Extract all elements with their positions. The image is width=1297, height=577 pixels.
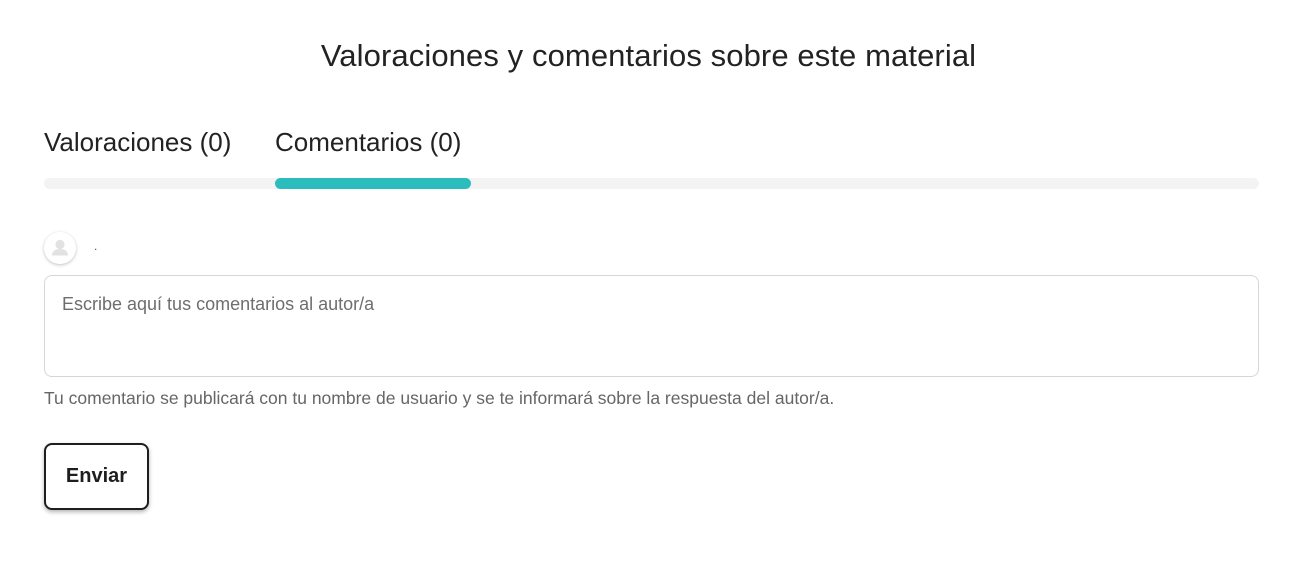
tab-bar: Valoraciones (0) Comentarios (0) [44,122,471,162]
active-tab-indicator [275,178,471,189]
comment-helper-text: Tu comentario se publicará con tu nombre… [44,388,835,408]
submit-button[interactable]: Enviar [44,443,149,510]
comment-input[interactable] [44,275,1259,377]
user-silhouette-icon [44,232,76,264]
username: . [94,239,98,253]
tab-track [44,178,1259,189]
page-title: Valoraciones y comentarios sobre este ma… [320,38,977,73]
tab-comentarios[interactable]: Comentarios (0) [275,122,471,162]
avatar [44,232,76,264]
tab-valoraciones[interactable]: Valoraciones (0) [44,122,275,162]
